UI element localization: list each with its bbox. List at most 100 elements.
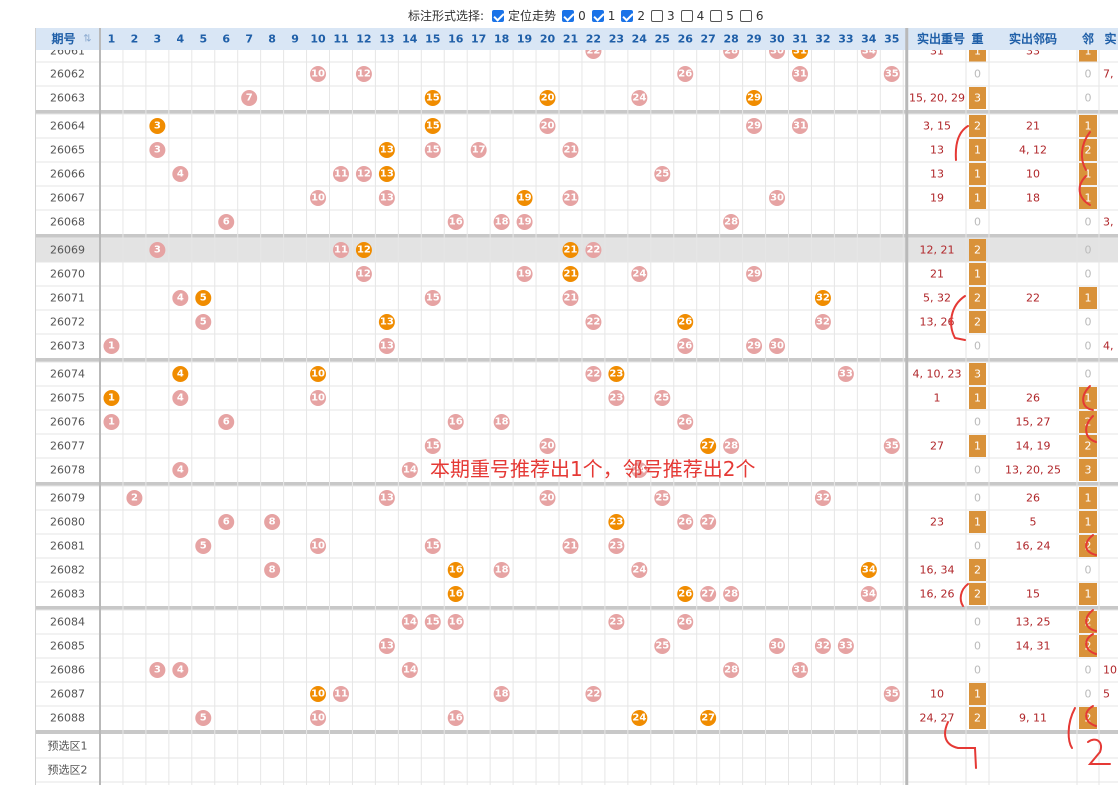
trailing-value: 4, — [1103, 340, 1114, 353]
period-cell: 26087 — [50, 688, 85, 701]
header-col-28: 28 — [723, 33, 738, 46]
ball-number: 15 — [426, 441, 440, 452]
ball-number: 16 — [449, 713, 463, 724]
ball-number: 15 — [426, 293, 440, 304]
trailing-value: 7, — [1103, 68, 1114, 81]
neighbor-value: 16, 24 — [1016, 540, 1051, 553]
header-col-26: 26 — [678, 33, 694, 46]
ball-number: 27 — [701, 713, 715, 724]
ball-number: 31 — [793, 69, 807, 80]
ball-number: 12 — [357, 169, 371, 180]
lin-value: 0 — [1085, 316, 1092, 329]
period-cell: 26080 — [50, 516, 85, 529]
ball-number: 14 — [403, 665, 417, 676]
chong-value: 0 — [974, 416, 981, 429]
group-separator — [35, 606, 1118, 610]
group-separator — [35, 358, 1118, 362]
ball-number: 13 — [380, 169, 394, 180]
chong-value: 1 — [974, 144, 981, 157]
neighbor-value: 13, 25 — [1016, 616, 1051, 629]
ball-number: 11 — [334, 689, 348, 700]
period-cell: 26084 — [50, 616, 85, 629]
period-cell: 26074 — [50, 368, 85, 381]
ball-number: 34 — [862, 565, 876, 576]
preselect-label: 预选区2 — [48, 764, 88, 777]
chong-value: 0 — [974, 216, 981, 229]
header-neighbor: 实出邻码 — [1009, 31, 1057, 46]
ball-number: 21 — [564, 245, 578, 256]
chong-value: 1 — [974, 268, 981, 281]
ball-number: 35 — [885, 689, 899, 700]
ball-number: 3 — [154, 145, 161, 156]
ball-number: 26 — [678, 617, 692, 628]
ball-number: 16 — [449, 217, 463, 228]
repeat-value: 12, 21 — [920, 244, 955, 257]
neighbor-value: 5 — [1030, 516, 1037, 529]
group-separator — [35, 482, 1118, 486]
period-cell: 26064 — [50, 120, 85, 133]
ball-number: 5 — [200, 713, 207, 724]
header-col-3: 3 — [154, 33, 162, 46]
chong-value: 0 — [974, 464, 981, 477]
neighbor-value: 22 — [1026, 292, 1040, 305]
lin-value: 0 — [1085, 368, 1092, 381]
lin-value: 0 — [1085, 92, 1092, 105]
table-row: 26069 3 11 12 21 22 12, 21 2 0 — [35, 238, 1118, 262]
ball-number: 5 — [200, 541, 207, 552]
lin-value: 2 — [1085, 712, 1092, 725]
ball-number: 27 — [701, 589, 715, 600]
repeat-value: 13 — [930, 168, 944, 181]
trend-table: 期号 ⇅ 1 2 3 4 5 6 7 8 9 10 11 12 13 14 15 16 17 18 19 20 21 22 23… — [0, 28, 1118, 785]
ball-number: 4 — [177, 465, 184, 476]
ball-number: 10 — [311, 541, 325, 552]
ball-number: 8 — [269, 565, 276, 576]
period-cell: 26085 — [50, 640, 85, 653]
ball-number: 24 — [632, 565, 646, 576]
repeat-value: 27 — [930, 440, 944, 453]
header-period: 期号 — [51, 31, 75, 46]
ball-number: 10 — [311, 369, 325, 380]
header-col-23: 23 — [609, 33, 624, 46]
left-border — [35, 28, 36, 785]
ball-number: 28 — [724, 217, 738, 228]
header-repeat: 实出重号 — [917, 31, 965, 46]
ball-number: 12 — [357, 269, 371, 280]
header-col-31: 31 — [792, 33, 807, 46]
period-cell: 26076 — [50, 416, 85, 429]
lin-value: 2 — [1085, 144, 1092, 157]
lin-value: 2 — [1085, 540, 1092, 553]
repeat-value: 15, 20, 29 — [909, 92, 965, 105]
chong-value: 1 — [974, 440, 981, 453]
ball-number: 3 — [154, 121, 161, 132]
ball-number: 31 — [793, 121, 807, 132]
ball-number: 10 — [311, 193, 325, 204]
ball-number: 19 — [518, 217, 532, 228]
period-cell: 26069 — [50, 244, 85, 257]
header-col-6: 6 — [222, 33, 230, 46]
repeat-value: 13 — [930, 144, 944, 157]
ball-number: 35 — [885, 69, 899, 80]
ball-number: 1 — [108, 393, 115, 404]
ball-number: 1 — [108, 417, 115, 428]
header-col-9: 9 — [291, 33, 299, 46]
ball-number: 18 — [495, 217, 509, 228]
lin-value: 0 — [1085, 664, 1092, 677]
header-col-11: 11 — [333, 33, 348, 46]
ball-number: 27 — [701, 517, 715, 528]
header-col-16: 16 — [448, 33, 464, 46]
ball-number: 15 — [426, 121, 440, 132]
group-separator — [35, 730, 1118, 734]
header-col-4: 4 — [176, 33, 184, 46]
ball-number: 28 — [724, 589, 738, 600]
chong-value: 0 — [974, 68, 981, 81]
ball-number: 30 — [770, 641, 784, 652]
lin-value: 0 — [1085, 688, 1092, 701]
ball-number: 24 — [632, 713, 646, 724]
chong-value: 2 — [974, 120, 981, 133]
trailing-value: 5 — [1103, 688, 1110, 701]
neighbor-value: 14, 19 — [1016, 440, 1051, 453]
ball-number: 29 — [747, 341, 761, 352]
ball-number: 23 — [609, 369, 623, 380]
chong-value: 2 — [974, 244, 981, 257]
period-divider — [99, 28, 101, 785]
